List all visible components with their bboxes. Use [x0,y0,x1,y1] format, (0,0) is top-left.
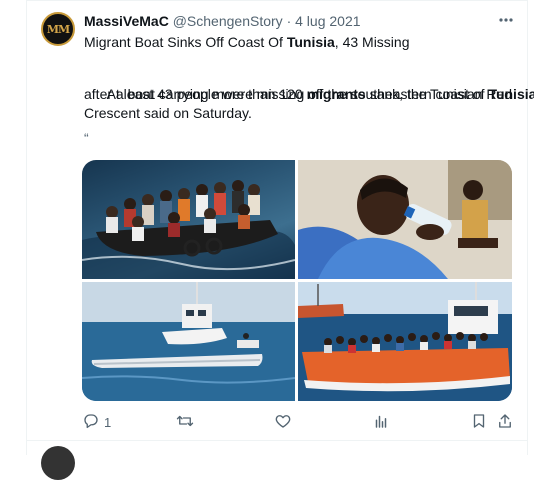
like-button[interactable] [274,412,292,433]
next-tweet-avatar[interactable] [41,446,75,480]
bookmark-button[interactable] [470,412,488,433]
headline-text-end: , 43 Missing [334,34,410,50]
more-icon[interactable] [496,10,516,30]
body-text: after a boat carrying more than 120 [84,86,307,102]
reply-count: 1 [104,415,112,430]
views-button[interactable] [372,412,390,433]
separator: · [286,13,292,29]
bookmark-icon [470,412,488,433]
photo-crowded-boat[interactable] [82,160,295,279]
avatar-logo: MM [46,22,70,36]
retweet-icon [176,412,194,433]
headline-text: Migrant Boat Sinks Off Coast Of [84,34,287,50]
tweet-header: MassiVeMaC @SchengenStory · 4 lug 2021 [84,13,361,29]
tweet-body-line-2: after a boat carrying more than 120 migr… [84,85,512,104]
body-text: Crescent said on Saturday. [84,105,252,121]
tweet-body-line-3: Crescent said on Saturday. [84,104,252,123]
tweet-divider [26,440,528,441]
body-bold: migrants [306,86,366,102]
retweet-button[interactable] [176,412,194,433]
quote-mark: “ [84,130,89,146]
display-name[interactable]: MassiVeMaC [84,13,169,29]
headline-hashtag: Tunisia [286,34,335,50]
timeline-left-border [26,0,27,455]
share-icon [496,412,514,433]
media-grid [82,160,512,401]
photo-capsized-boat[interactable] [82,282,295,401]
tweet-date[interactable]: 4 lug 2021 [295,13,360,29]
body-text-end: sank, the Tunisian Red [365,86,513,102]
heart-icon [274,412,292,433]
user-handle[interactable]: @SchengenStory [173,13,283,29]
top-divider [26,0,528,1]
reply-button[interactable]: 1 [82,412,111,433]
tweet-actions: 1 [0,412,534,432]
share-button[interactable] [496,412,514,433]
avatar[interactable]: MM [41,12,75,46]
reply-icon [82,412,100,433]
photo-man-drinking[interactable] [298,160,512,279]
photo-rescue-boat[interactable] [298,282,512,401]
views-icon [372,412,390,433]
tweet-headline: Migrant Boat Sinks Off Coast Of Tunisia,… [84,33,410,52]
